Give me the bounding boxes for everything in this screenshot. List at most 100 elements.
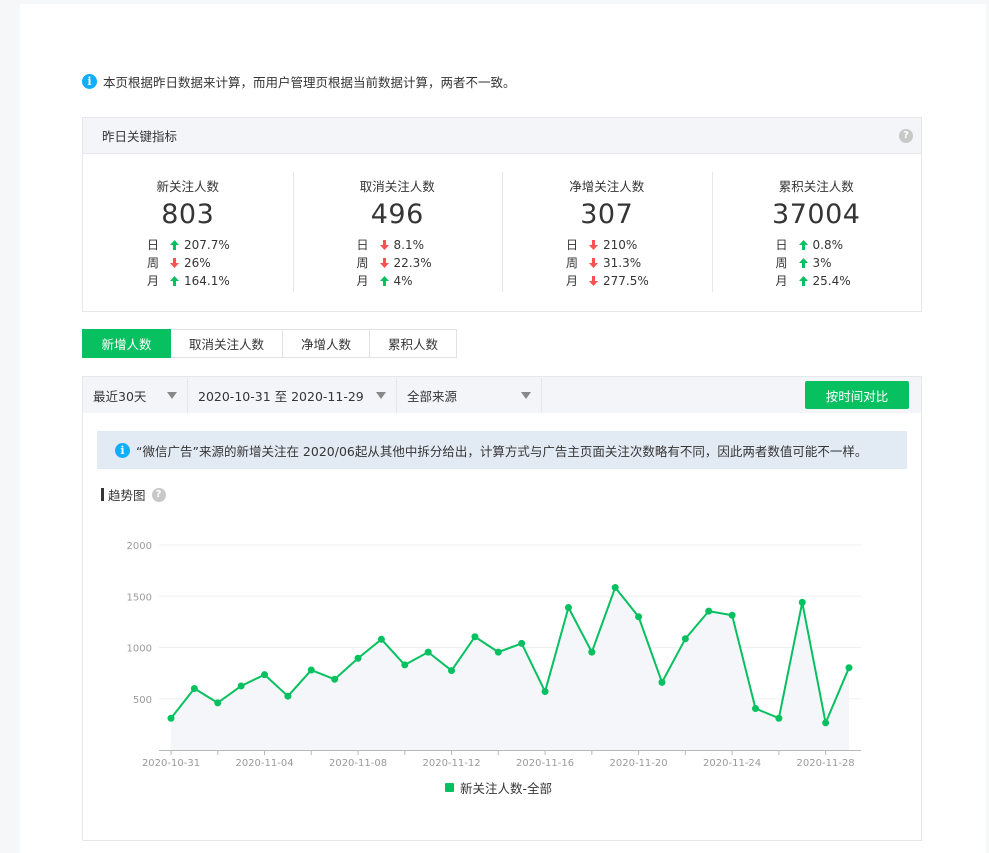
help-icon[interactable]: ? [899,128,913,143]
arrow-up-icon [170,240,179,250]
data-point [541,688,549,696]
change-value: 164.1% [184,274,230,288]
period-label: 月 [566,274,579,288]
help-icon[interactable]: ? [151,487,166,502]
trend-panel: i “微信广告”来源的新增关注在 2020/06起从其他中拆分给出，计算方式与广… [82,413,922,841]
date-range-select[interactable]: 2020-10-31 至 2020-11-29 [188,377,397,413]
period-select[interactable]: 最近30天 [83,377,188,413]
data-point [588,648,596,656]
period-label: 日 [147,238,160,252]
period-label: 日 [566,238,579,252]
metric-title: 累积关注人数 [778,179,854,194]
metric-tabs: 新增人数 取消关注人数 净增人数 累积人数 [82,329,457,358]
x-tick-label: 2020-10-31 [142,758,200,769]
period-label: 周 [566,256,579,270]
arrow-down-icon [589,258,598,268]
metric-card: 累积关注人数 37004 日 0.8% 周 3% 月 25.4% [711,154,922,311]
chart-legend[interactable]: 新关注人数-全部 [445,778,552,797]
metric-changes: 日 0.8% 周 3% 月 25.4% [712,236,922,290]
data-point [705,607,713,615]
metric-value: 496 [370,199,424,230]
tab-net-growth[interactable]: 净增人数 [283,329,370,358]
data-point [751,704,759,712]
period-select-value: 最近30天 [93,388,147,404]
change-value: 210% [603,238,638,252]
chevron-down-icon [167,391,177,399]
y-tick-label: 1000 [127,644,152,655]
ad-source-notice-text: “微信广告”来源的新增关注在 2020/06起从其他中拆分给出，计算方式与广告主… [136,443,868,459]
change-value: 25.4% [812,274,851,288]
metric-change-row: 日 210% [566,236,712,254]
metric-change-row: 日 8.1% [357,236,503,254]
metric-change-row: 周 31.3% [566,254,712,272]
metric-change-row: 月 277.5% [566,272,712,290]
legend-swatch [445,783,454,792]
data-point [564,604,572,612]
chevron-down-icon [521,391,531,399]
data-point [448,667,456,675]
data-point [798,598,806,606]
data-point [728,611,736,619]
source-select[interactable]: 全部来源 [397,377,542,413]
arrow-down-icon [589,240,598,250]
arrow-up-icon [170,276,179,286]
x-tick-label: 2020-11-12 [422,758,480,769]
filter-bar: 最近30天 2020-10-31 至 2020-11-29 全部来源 按时间对比 [82,376,922,413]
change-value: 8.1% [393,238,425,252]
legend-label: 新关注人数-全部 [460,781,553,796]
key-metrics-panel: 昨日关键指标 ? 新关注人数 803 日 207.7% 周 26% 月 164.1% 取消关注人… [82,117,922,312]
metric-value: 307 [580,199,634,230]
metric-change-row: 日 0.8% [776,236,922,254]
data-point [681,635,689,643]
period-label: 周 [356,256,369,270]
data-point [307,666,315,674]
x-tick-label: 2020-11-16 [516,758,574,769]
arrow-down-icon [379,258,389,268]
change-value: 3% [812,256,832,270]
chevron-down-icon [376,391,386,399]
metric-card: 新关注人数 803 日 207.7% 周 26% 月 164.1% [83,154,293,311]
data-notice: i 本页根据昨日数据来计算，而用户管理页根据当前数据计算，两者不一致。 [82,72,516,91]
trend-chart-title: 趋势图 [108,488,146,503]
x-tick-label: 2020-11-04 [235,758,293,769]
metric-change-row: 月 164.1% [147,272,293,290]
change-value: 207.7% [184,238,230,252]
period-label: 周 [775,256,788,270]
change-value: 4% [393,274,413,288]
data-point [845,664,853,672]
data-point [284,692,292,700]
metric-change-row: 月 4% [357,272,503,290]
info-icon: i [82,74,97,89]
info-icon: i [115,442,130,458]
arrow-up-icon [379,276,389,286]
data-point [237,682,245,690]
key-metrics-header: 昨日关键指标 ? [83,118,921,154]
change-value: 277.5% [603,274,649,288]
data-point [261,671,269,679]
metric-change-row: 日 207.7% [147,236,293,254]
data-point [635,613,643,621]
data-point [658,678,666,686]
ad-source-notice: i “微信广告”来源的新增关注在 2020/06起从其他中拆分给出，计算方式与广… [97,431,907,469]
y-tick-label: 2000 [127,541,152,552]
tab-unfollows[interactable]: 取消关注人数 [171,329,283,358]
y-tick-label: 1500 [127,592,152,603]
data-point [354,654,362,662]
arrow-up-icon [798,276,808,286]
period-label: 周 [147,256,160,270]
metric-value: 803 [161,199,215,230]
compare-by-time-button[interactable]: 按时间对比 [805,381,909,409]
period-label: 月 [775,274,788,288]
data-point [518,639,526,647]
metric-card: 净增关注人数 307 日 210% 周 31.3% 月 277.5% [502,154,712,311]
data-point [401,661,409,669]
metric-change-row: 周 26% [147,254,293,272]
tab-new-followers[interactable]: 新增人数 [82,329,171,358]
metric-title: 取消关注人数 [359,179,435,194]
period-label: 月 [356,274,369,288]
trend-chart: 500 1000 1500 2000 2020-10-31 2020-11-04 2020-… [127,541,861,769]
tab-cumulative[interactable]: 累积人数 [370,329,457,358]
data-point [822,719,830,727]
metric-card: 取消关注人数 496 日 8.1% 周 22.3% 月 4% [292,154,503,311]
data-point [214,699,222,707]
